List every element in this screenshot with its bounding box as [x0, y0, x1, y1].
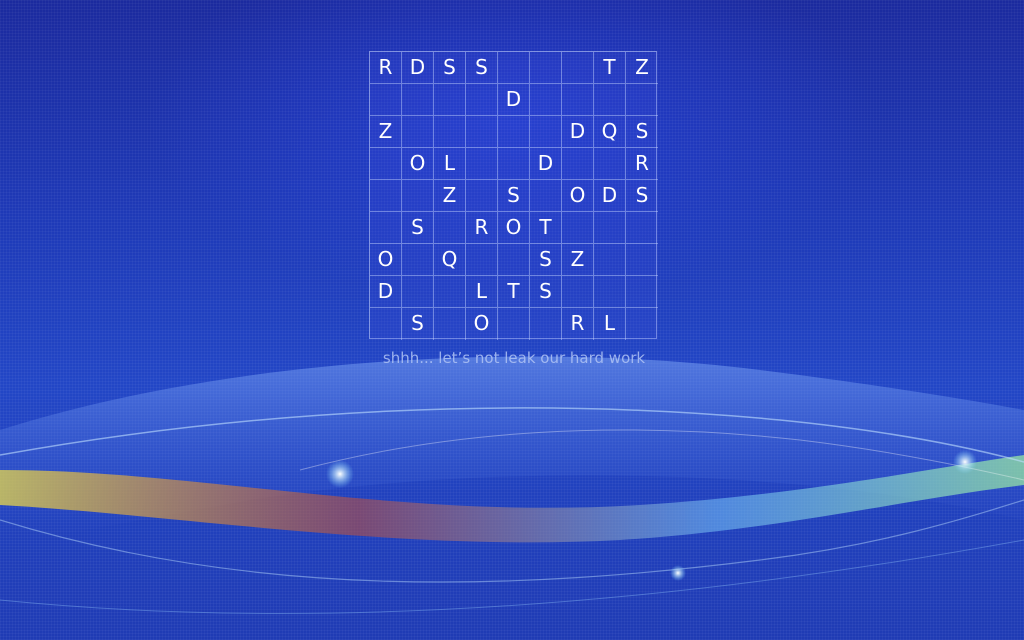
puzzle-cell: [402, 276, 434, 308]
puzzle-cell: [562, 276, 594, 308]
puzzle-cell: S: [498, 180, 530, 212]
puzzle-cell: [498, 244, 530, 276]
puzzle-cell: [626, 244, 658, 276]
puzzle-cell: [466, 244, 498, 276]
puzzle-cell: O: [498, 212, 530, 244]
puzzle-cell: [626, 308, 658, 340]
puzzle-cell: Z: [562, 244, 594, 276]
puzzle-cell: [498, 116, 530, 148]
puzzle-cell: O: [402, 148, 434, 180]
puzzle-cell: Q: [434, 244, 466, 276]
puzzle-cell: S: [626, 180, 658, 212]
light-spark-right: [953, 450, 977, 474]
puzzle-cell: O: [562, 180, 594, 212]
light-spark-bottom: [670, 565, 686, 581]
puzzle-cell: [530, 84, 562, 116]
puzzle-cell: [466, 148, 498, 180]
puzzle-cell: [498, 52, 530, 84]
puzzle-cell: T: [530, 212, 562, 244]
puzzle-cell: R: [626, 148, 658, 180]
puzzle-cell: S: [530, 276, 562, 308]
light-spark-left: [326, 460, 354, 488]
puzzle-cell: [402, 180, 434, 212]
wallpaper-tagline: shhh... let’s not leak our hard work: [382, 349, 646, 367]
puzzle-cell: R: [466, 212, 498, 244]
puzzle-cell: S: [530, 244, 562, 276]
puzzle-cell: R: [562, 308, 594, 340]
puzzle-cell: [530, 180, 562, 212]
puzzle-cell: [594, 212, 626, 244]
puzzle-cell: S: [402, 212, 434, 244]
puzzle-cell: [434, 116, 466, 148]
puzzle-cell: [370, 148, 402, 180]
puzzle-cell: S: [626, 116, 658, 148]
puzzle-cell: [434, 84, 466, 116]
puzzle-cell: [530, 308, 562, 340]
puzzle-cell: [498, 148, 530, 180]
puzzle-cell: [530, 116, 562, 148]
puzzle-cell: Z: [434, 180, 466, 212]
puzzle-cell: [466, 180, 498, 212]
puzzle-cell: D: [562, 116, 594, 148]
puzzle-cell: [562, 84, 594, 116]
puzzle-cell: [370, 212, 402, 244]
puzzle-cell: [594, 276, 626, 308]
puzzle-cell: O: [466, 308, 498, 340]
puzzle-cell: D: [498, 84, 530, 116]
puzzle-cell: [434, 276, 466, 308]
puzzle-cell: T: [594, 52, 626, 84]
puzzle-cell: L: [594, 308, 626, 340]
puzzle-cell: Q: [594, 116, 626, 148]
puzzle-cell: [402, 244, 434, 276]
puzzle-cell: O: [370, 244, 402, 276]
puzzle-cell: [434, 212, 466, 244]
puzzle-cell: [466, 84, 498, 116]
puzzle-cell: [562, 52, 594, 84]
puzzle-cell: D: [370, 276, 402, 308]
puzzle-cell: [498, 308, 530, 340]
puzzle-cell: [562, 148, 594, 180]
puzzle-cell: L: [434, 148, 466, 180]
puzzle-cell: L: [466, 276, 498, 308]
puzzle-cell: [370, 180, 402, 212]
puzzle-cell: [370, 84, 402, 116]
puzzle-cell: S: [466, 52, 498, 84]
puzzle-cell: S: [402, 308, 434, 340]
puzzle-cell: [594, 244, 626, 276]
puzzle-cell: D: [530, 148, 562, 180]
puzzle-cell: D: [594, 180, 626, 212]
puzzle-cell: [626, 84, 658, 116]
puzzle-cell: Z: [626, 52, 658, 84]
puzzle-cell: [434, 308, 466, 340]
puzzle-cell: [562, 212, 594, 244]
puzzle-cell: D: [402, 52, 434, 84]
puzzle-cell: [594, 148, 626, 180]
puzzle-cell: [402, 84, 434, 116]
puzzle-cell: T: [498, 276, 530, 308]
letter-puzzle-grid: RDSSTZDZDQSOLDRZSODSSROTOQSZDLTSSORL: [369, 51, 658, 340]
puzzle-cell: [370, 308, 402, 340]
puzzle-cell: [402, 116, 434, 148]
puzzle-cell: S: [434, 52, 466, 84]
wave-line-3: [0, 539, 1024, 614]
puzzle-cell: [626, 212, 658, 244]
puzzle-cell: [466, 116, 498, 148]
puzzle-cell: [626, 276, 658, 308]
puzzle-cell: [530, 52, 562, 84]
puzzle-cell: R: [370, 52, 402, 84]
puzzle-cell: Z: [370, 116, 402, 148]
puzzle-cell: [594, 84, 626, 116]
